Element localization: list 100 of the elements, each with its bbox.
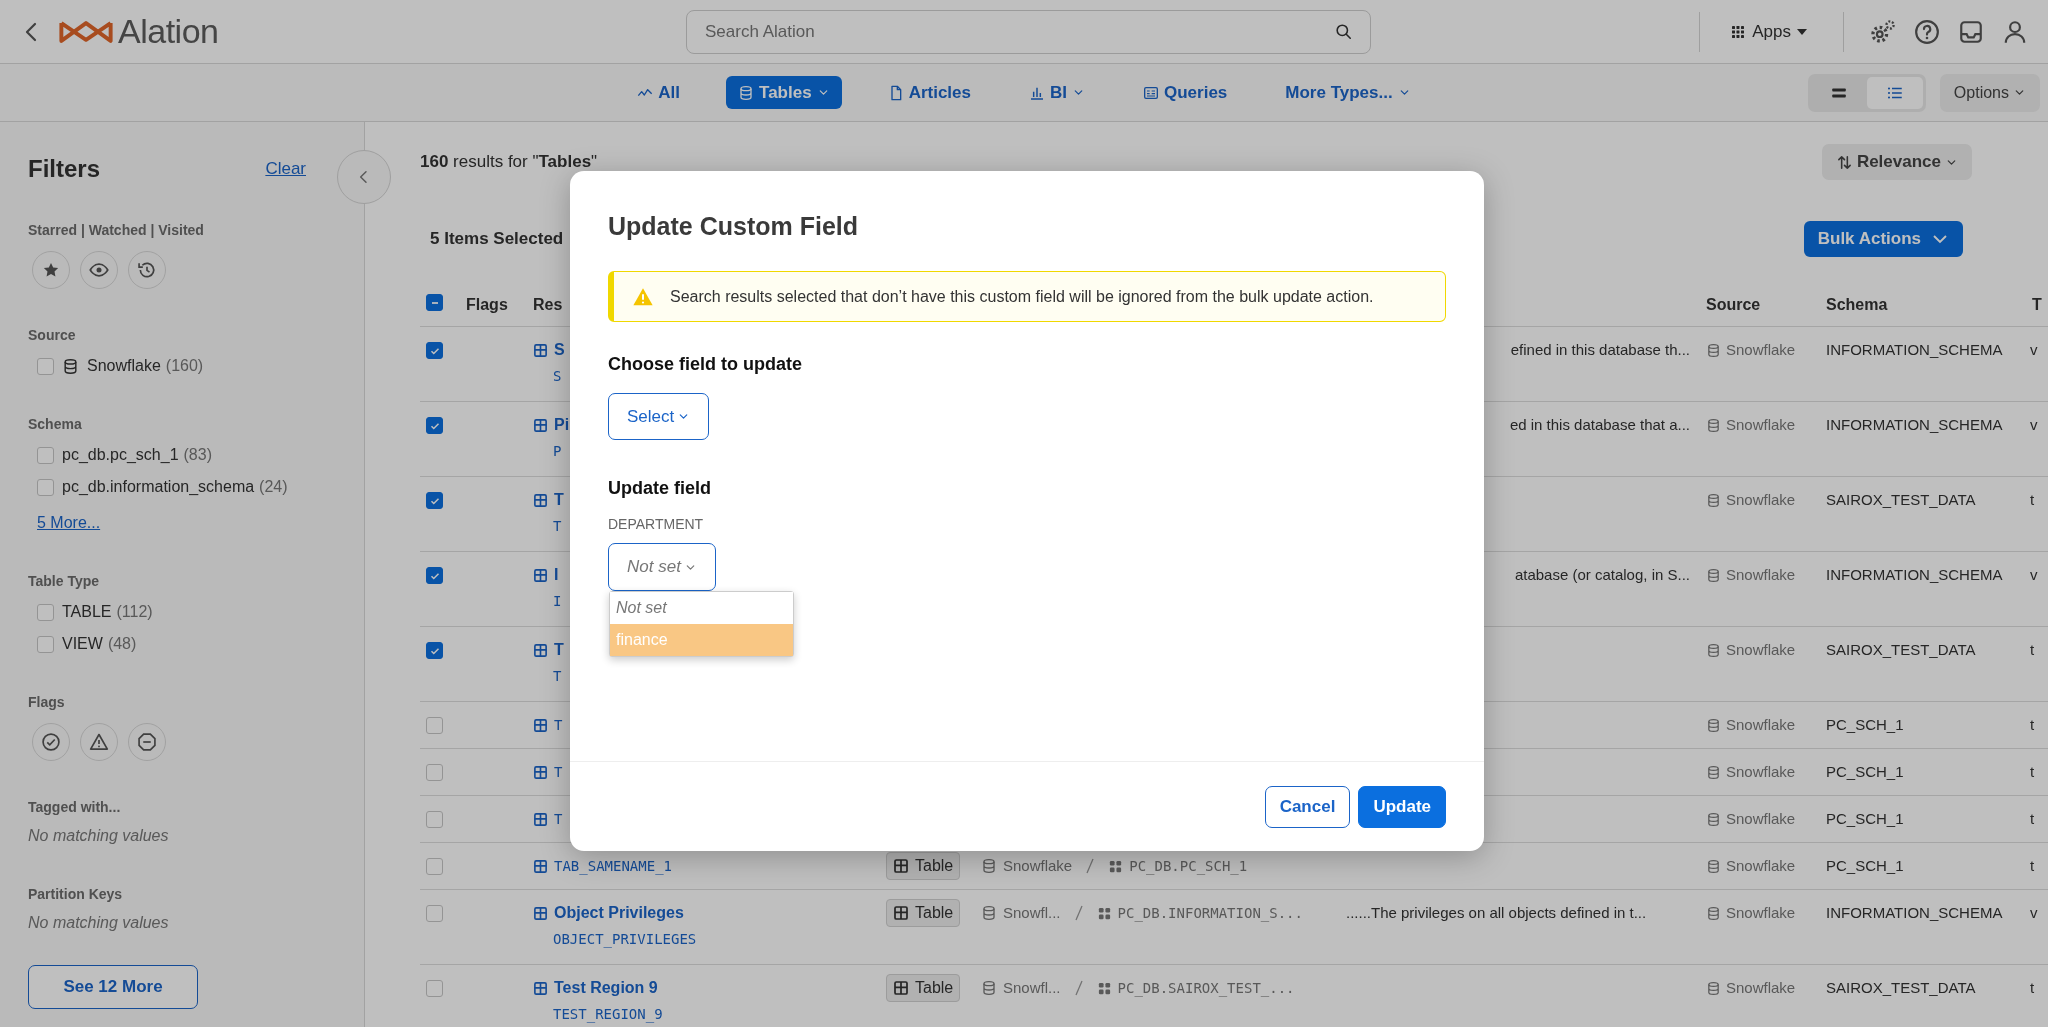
- source-name: Snowflake: [1726, 903, 1796, 923]
- source-name: Snowflake: [1726, 762, 1796, 782]
- schema-name: PC_SCH_1: [1826, 857, 1904, 874]
- filter-section-title: Source: [28, 326, 77, 345]
- filter-section-title: Tagged with...: [28, 798, 122, 817]
- database-icon: [1706, 567, 1721, 583]
- checkbox[interactable]: [426, 717, 443, 734]
- table-icon: [533, 858, 548, 874]
- checkbox[interactable]: [426, 764, 443, 781]
- checkbox[interactable]: [426, 342, 443, 359]
- description: efined in this database th...: [1510, 341, 1690, 358]
- checkbox[interactable]: [37, 357, 54, 375]
- clear-link[interactable]: Clear: [265, 156, 306, 182]
- result-name[interactable]: T: [554, 808, 563, 830]
- checkbox[interactable]: [426, 294, 443, 311]
- checkbox[interactable]: [37, 446, 54, 464]
- dropdown-option[interactable]: Not set: [610, 592, 793, 624]
- result-name: T: [553, 518, 562, 534]
- type-tab[interactable]: Tables: [726, 75, 842, 110]
- result-title[interactable]: T: [554, 639, 564, 661]
- checkbox[interactable]: [426, 980, 443, 997]
- schema-icon: [1108, 858, 1124, 874]
- filter-option-count: (48): [107, 634, 137, 654]
- database-icon: [1706, 492, 1721, 508]
- schema-name: SAIROX_TEST_DATA: [1826, 491, 1976, 508]
- search-field[interactable]: Search Alation: [686, 9, 1371, 54]
- table-icon: [533, 980, 548, 996]
- result-title[interactable]: Test Region 9: [554, 977, 658, 999]
- database-icon: [738, 84, 755, 101]
- apps-menu-button[interactable]: Apps: [1700, 18, 1843, 45]
- source-name: Snowflake: [1726, 715, 1796, 735]
- field-dropdown[interactable]: Select: [608, 393, 710, 440]
- result-title[interactable]: Pi: [554, 414, 570, 436]
- value-dropdown[interactable]: Not set: [608, 543, 716, 591]
- type-tab[interactable]: All: [625, 75, 693, 110]
- cancel-button[interactable]: Cancel: [1264, 785, 1351, 828]
- query-icon: [1143, 84, 1159, 101]
- settings-icon: [1870, 18, 1896, 45]
- table-cell: v: [2030, 566, 2038, 583]
- path-schema: PC_DB.INFORMATION_S...: [1117, 904, 1303, 924]
- show-more-link[interactable]: 5 More...: [28, 511, 101, 535]
- options-button[interactable]: Options: [1939, 73, 2040, 112]
- schema-name: PC_SCH_1: [1826, 716, 1904, 733]
- column-header: T: [2032, 296, 2042, 313]
- type-badge: Table: [886, 852, 961, 880]
- bulk-actions-button[interactable]: Bulk Actions: [1803, 221, 1963, 257]
- table-icon: [533, 567, 548, 583]
- result-title[interactable]: I: [554, 564, 559, 586]
- description: ......The privileges on all objects defined in t...: [1346, 904, 1647, 921]
- checkbox[interactable]: [426, 858, 443, 875]
- result-name[interactable]: T: [554, 761, 563, 783]
- checkbox[interactable]: [37, 478, 54, 496]
- update-button[interactable]: Update: [1358, 785, 1446, 828]
- checkbox[interactable]: [426, 905, 443, 922]
- checkbox[interactable]: [426, 417, 443, 434]
- see-more-button[interactable]: See 12 More: [28, 965, 198, 1009]
- history-icon: [137, 260, 157, 280]
- type-tab[interactable]: More Types...: [1273, 75, 1423, 110]
- checkbox[interactable]: [426, 642, 443, 659]
- result-name: P: [553, 443, 562, 459]
- type-tab[interactable]: Articles: [875, 75, 983, 110]
- filter-option-count: (83): [183, 445, 212, 465]
- filter-section-title: Partition Keys: [28, 885, 124, 904]
- database-icon: [981, 905, 997, 921]
- checkbox[interactable]: [37, 603, 54, 621]
- modal-title: Update Custom Field: [608, 211, 859, 242]
- list-view-button[interactable]: [1866, 76, 1923, 109]
- table-cell: t: [2030, 810, 2035, 827]
- checkbox[interactable]: [37, 635, 54, 653]
- filter-option-label: VIEW: [62, 634, 103, 654]
- type-tab[interactable]: Queries: [1131, 75, 1240, 110]
- table-cell: v: [2030, 904, 2038, 921]
- result-name[interactable]: TAB_SAMENAME_1: [554, 855, 672, 877]
- inbox-button[interactable]: [1958, 18, 1984, 45]
- result-name[interactable]: T: [554, 714, 563, 736]
- database-icon: [1706, 642, 1721, 658]
- column-header: Res: [533, 296, 563, 313]
- grid-icon: [1730, 23, 1747, 40]
- column-header: Flags: [466, 296, 508, 313]
- filters-title: Filters: [28, 154, 101, 184]
- help-button[interactable]: [1914, 18, 1940, 45]
- database-icon: [1706, 417, 1721, 433]
- checkbox[interactable]: [426, 492, 443, 509]
- slash-icon: [1086, 858, 1095, 874]
- path-source: Snowflake: [1003, 856, 1073, 876]
- checkbox[interactable]: [426, 567, 443, 584]
- settings-button[interactable]: [1870, 18, 1896, 45]
- table-icon: [893, 858, 909, 874]
- schema-icon: [1096, 980, 1112, 996]
- database-icon: [1706, 980, 1721, 996]
- result-title[interactable]: Object Privileges: [554, 902, 684, 924]
- table-icon: [533, 811, 548, 827]
- sort-button[interactable]: Relevance: [1821, 144, 1972, 180]
- profile-button[interactable]: [2002, 18, 2028, 45]
- checkbox[interactable]: [426, 811, 443, 828]
- type-tab[interactable]: BI: [1017, 75, 1097, 110]
- table-cell: t: [2030, 857, 2035, 874]
- result-title[interactable]: T: [554, 489, 564, 511]
- result-title[interactable]: S: [554, 339, 565, 361]
- source-name: Snowflake: [1726, 415, 1796, 435]
